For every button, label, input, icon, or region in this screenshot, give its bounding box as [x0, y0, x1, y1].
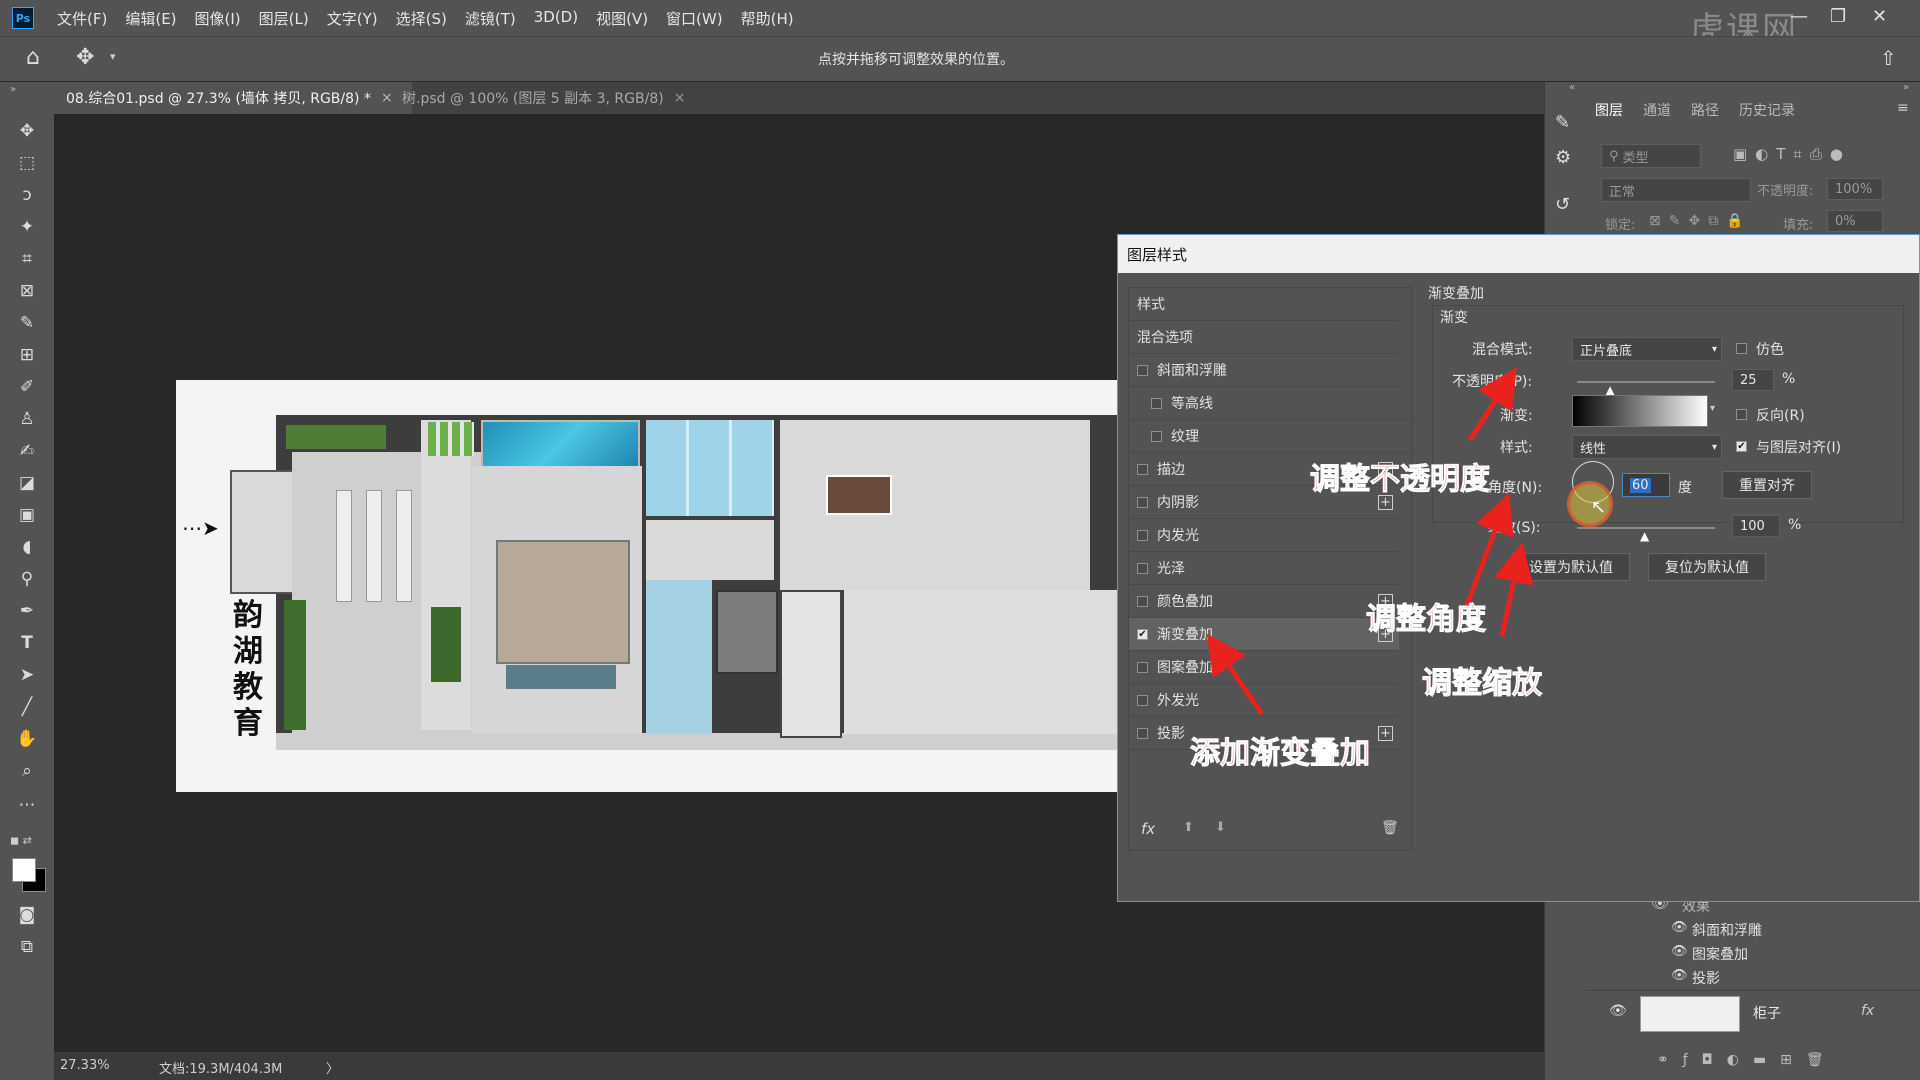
annotation-add: 添加渐变叠加	[1190, 736, 1371, 772]
arrow-opacity	[1467, 367, 1517, 442]
annotation-scale: 调整缩放	[1422, 666, 1543, 702]
annotation-arrows	[1206, 367, 1534, 716]
annotation-opacity: 调整不透明度	[1310, 462, 1491, 498]
arrow-scale	[1494, 542, 1534, 637]
arrow-add	[1206, 633, 1265, 716]
annotation-angle: 调整角度	[1366, 602, 1487, 638]
